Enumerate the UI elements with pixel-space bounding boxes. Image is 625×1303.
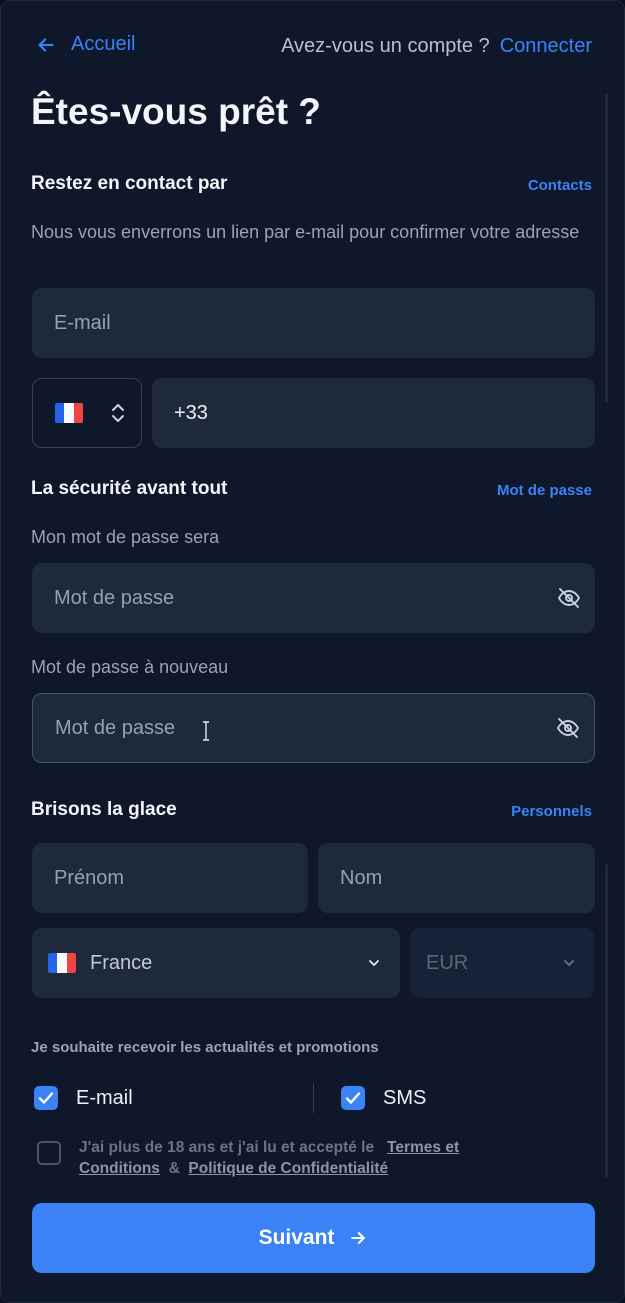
- phone-code-value: +33: [174, 401, 208, 424]
- privacy-link[interactable]: Politique de Confidentialité: [188, 1160, 388, 1177]
- signup-panel: Accueil Avez-vous un compte ? Connecter …: [0, 0, 625, 1303]
- terms-checkbox[interactable]: [37, 1141, 61, 1165]
- country-select[interactable]: France: [32, 928, 400, 998]
- arrow-right-icon: [351, 1232, 366, 1244]
- confirm-password-input[interactable]: Mot de passe: [32, 693, 595, 763]
- country-code-selector[interactable]: [32, 378, 142, 448]
- sms-checkbox[interactable]: [341, 1086, 365, 1110]
- country-value: France: [90, 951, 153, 974]
- first-name-input[interactable]: Prénom: [32, 843, 308, 913]
- options-divider: [313, 1083, 314, 1113]
- currency-select[interactable]: EUR: [410, 928, 595, 998]
- email-checkbox[interactable]: [34, 1086, 58, 1110]
- currency-value: EUR: [426, 951, 469, 974]
- promo-label: Je souhaite recevoir les actualités et p…: [31, 1039, 379, 1056]
- terms-text: J'ai plus de 18 ans et j'ai lu et accept…: [79, 1137, 549, 1179]
- account-prompt: Avez-vous un compte ? Connecter: [281, 35, 592, 58]
- france-flag-icon: [55, 403, 83, 423]
- check-icon: [345, 1092, 361, 1104]
- password-section-link[interactable]: Mot de passe: [497, 482, 592, 499]
- account-question: Avez-vous un compte ?: [281, 35, 490, 57]
- contact-description: Nous vous enverrons un lien par e-mail p…: [31, 222, 580, 242]
- confirm-password-placeholder: Mot de passe: [55, 716, 176, 739]
- email-input[interactable]: E-mail: [32, 288, 595, 358]
- password-placeholder: Mot de passe: [54, 586, 175, 609]
- phone-input[interactable]: +33: [152, 378, 595, 448]
- password-input[interactable]: Mot de passe: [32, 563, 595, 633]
- personal-link[interactable]: Personnels: [511, 803, 592, 820]
- last-name-input[interactable]: Nom: [318, 843, 595, 913]
- arrow-left-icon: [38, 37, 54, 52]
- page-title: Êtes-vous prêt ?: [31, 91, 321, 132]
- scrollbar[interactable]: [605, 863, 608, 1178]
- login-link[interactable]: Connecter: [500, 35, 592, 58]
- text-cursor-icon: [203, 721, 209, 741]
- terms-and: &: [168, 1160, 180, 1177]
- france-flag-icon: [48, 953, 76, 973]
- personal-heading: Brisons la glace: [31, 799, 177, 820]
- chevron-down-icon: [369, 960, 379, 966]
- scrollbar[interactable]: [605, 93, 608, 403]
- next-button-label: Suivant: [258, 1226, 335, 1249]
- email-option-label[interactable]: E-mail: [76, 1087, 133, 1110]
- first-name-placeholder: Prénom: [54, 866, 125, 889]
- eye-off-icon[interactable]: [557, 586, 581, 610]
- password-label: Mon mot de passe sera: [31, 527, 220, 547]
- contact-heading: Restez en contact par: [31, 173, 228, 194]
- sms-option-label[interactable]: SMS: [383, 1087, 426, 1110]
- back-label: Accueil: [71, 33, 136, 55]
- chevron-up-down-icon: [112, 404, 124, 422]
- next-button[interactable]: Suivant: [32, 1203, 595, 1273]
- security-heading: La sécurité avant tout: [31, 478, 228, 499]
- contacts-link[interactable]: Contacts: [528, 177, 592, 194]
- email-placeholder: E-mail: [54, 311, 111, 334]
- eye-off-icon[interactable]: [556, 716, 580, 740]
- confirm-password-label: Mot de passe à nouveau: [31, 657, 229, 677]
- terms-prefix: J'ai plus de 18 ans et j'ai lu et accept…: [79, 1139, 375, 1156]
- check-icon: [38, 1092, 54, 1104]
- chevron-down-icon: [564, 960, 574, 966]
- back-link[interactable]: Accueil: [35, 33, 135, 56]
- last-name-placeholder: Nom: [340, 866, 383, 889]
